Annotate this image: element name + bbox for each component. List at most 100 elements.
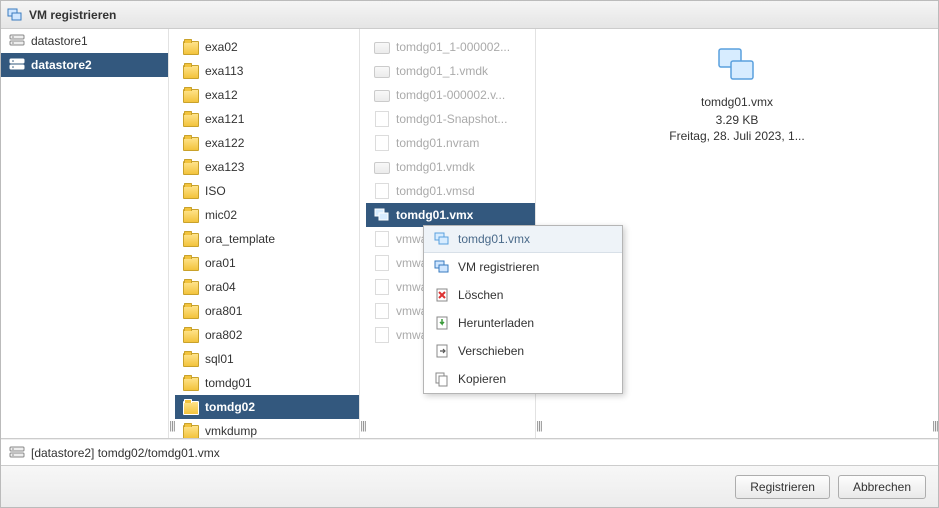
datastore-item[interactable]: datastore1 — [1, 29, 168, 53]
detail-date: Freitag, 28. Juli 2023, 1... — [669, 129, 804, 143]
file-label: tomdg01-000002.v... — [396, 88, 505, 102]
folder-label: ora801 — [205, 304, 242, 318]
folder-label: vmkdump — [205, 424, 257, 438]
folder-item[interactable]: ISO — [175, 179, 359, 203]
folder-icon — [183, 63, 199, 79]
folder-icon — [183, 375, 199, 391]
download-icon — [434, 315, 450, 331]
folder-item[interactable]: exa121 — [175, 107, 359, 131]
file-icon — [374, 303, 390, 319]
file-label: tomdg01_1.vmdk — [396, 64, 488, 78]
path-text: [datastore2] tomdg02/tomdg01.vmx — [31, 446, 220, 460]
context-menu-header: tomdg01.vmx — [424, 226, 622, 253]
vm-icon — [7, 7, 23, 23]
folder-label: sql01 — [205, 352, 234, 366]
datastore-icon — [9, 445, 25, 461]
file-item[interactable]: tomdg01_1.vmdk — [366, 59, 535, 83]
folder-label: ISO — [205, 184, 226, 198]
folder-icon — [183, 303, 199, 319]
folder-icon — [183, 39, 199, 55]
file-item[interactable]: tomdg01-000002.v... — [366, 83, 535, 107]
file-item[interactable]: tomdg01.nvram — [366, 131, 535, 155]
folder-label: exa122 — [205, 136, 244, 150]
file-label: tomdg01-Snapshot... — [396, 112, 507, 126]
folder-icon — [183, 159, 199, 175]
datastore-column: datastore1 datastore2 — [1, 29, 169, 438]
file-icon — [374, 279, 390, 295]
folder-label: tomdg01 — [205, 376, 252, 390]
folder-item[interactable]: exa12 — [175, 83, 359, 107]
folder-icon — [183, 279, 199, 295]
disk-icon — [374, 87, 390, 103]
column-splitter[interactable]: ||| — [932, 29, 938, 438]
folder-item[interactable]: tomdg01 — [175, 371, 359, 395]
file-icon — [374, 111, 390, 127]
folder-icon — [183, 231, 199, 247]
register-button[interactable]: Registrieren — [735, 475, 830, 499]
context-menu: tomdg01.vmx VM registrieren Löschen Herunt… — [423, 225, 623, 394]
folder-label: exa12 — [205, 88, 238, 102]
folder-icon — [183, 87, 199, 103]
file-label: tomdg01.vmdk — [396, 160, 475, 174]
folder-item[interactable]: ora04 — [175, 275, 359, 299]
file-icon — [374, 135, 390, 151]
vmx-large-icon — [713, 45, 761, 85]
folder-item[interactable]: tomdg02 — [175, 395, 359, 419]
folder-item[interactable]: vmkdump — [175, 419, 359, 438]
folder-item[interactable]: exa113 — [175, 59, 359, 83]
file-item[interactable]: tomdg01-Snapshot... — [366, 107, 535, 131]
file-label: tomdg01_1-000002... — [396, 40, 510, 54]
context-menu-label: Kopieren — [458, 372, 506, 386]
folder-label: ora01 — [205, 256, 236, 270]
context-menu-item[interactable]: Kopieren — [424, 365, 622, 393]
datastore-item[interactable]: datastore2 — [1, 53, 168, 77]
dialog-title: VM registrieren — [29, 8, 116, 22]
folder-label: exa113 — [205, 64, 243, 78]
folder-item[interactable]: sql01 — [175, 347, 359, 371]
disk-icon — [374, 39, 390, 55]
file-label: tomdg01.vmx — [396, 208, 473, 222]
folder-item[interactable]: ora802 — [175, 323, 359, 347]
datastore-label: datastore1 — [31, 34, 88, 48]
folder-item[interactable]: ora_template — [175, 227, 359, 251]
folder-icon — [183, 399, 199, 415]
detail-filename: tomdg01.vmx — [701, 95, 773, 109]
folder-icon — [183, 351, 199, 367]
context-menu-item[interactable]: Verschieben — [424, 337, 622, 365]
context-menu-label: Löschen — [458, 288, 503, 302]
context-menu-item[interactable]: Löschen — [424, 281, 622, 309]
cancel-button[interactable]: Abbrechen — [838, 475, 926, 499]
folder-item[interactable]: exa122 — [175, 131, 359, 155]
path-bar: [datastore2] tomdg02/tomdg01.vmx — [1, 439, 938, 465]
folder-label: exa02 — [205, 40, 238, 54]
folder-icon — [183, 423, 199, 438]
context-menu-item[interactable]: Herunterladen — [424, 309, 622, 337]
folder-label: mic02 — [205, 208, 237, 222]
file-icon — [374, 183, 390, 199]
file-item[interactable]: tomdg01.vmdk — [366, 155, 535, 179]
file-item[interactable]: tomdg01_1-000002... — [366, 35, 535, 59]
folder-item[interactable]: ora01 — [175, 251, 359, 275]
file-item[interactable]: tomdg01.vmsd — [366, 179, 535, 203]
folder-icon — [183, 111, 199, 127]
folder-label: tomdg02 — [205, 400, 255, 414]
disk-icon — [374, 63, 390, 79]
folder-item[interactable]: ora801 — [175, 299, 359, 323]
folder-item[interactable]: exa123 — [175, 155, 359, 179]
context-menu-label: Herunterladen — [458, 316, 534, 330]
folder-item[interactable]: exa02 — [175, 35, 359, 59]
folder-icon — [183, 207, 199, 223]
folder-icon — [183, 183, 199, 199]
detail-size: 3.29 KB — [716, 113, 759, 127]
vm-register-icon — [434, 259, 450, 275]
file-icon — [374, 231, 390, 247]
file-label: tomdg01.nvram — [396, 136, 479, 150]
file-label: tomdg01.vmsd — [396, 184, 475, 198]
context-menu-item[interactable]: VM registrieren — [424, 253, 622, 281]
datastore-label: datastore2 — [31, 58, 92, 72]
file-detail: tomdg01.vmx 3.29 KB Freitag, 28. Juli 20… — [552, 39, 922, 145]
move-icon — [434, 343, 450, 359]
file-item[interactable]: tomdg01.vmx — [366, 203, 535, 227]
folder-item[interactable]: mic02 — [175, 203, 359, 227]
context-menu-label: Verschieben — [458, 344, 524, 358]
